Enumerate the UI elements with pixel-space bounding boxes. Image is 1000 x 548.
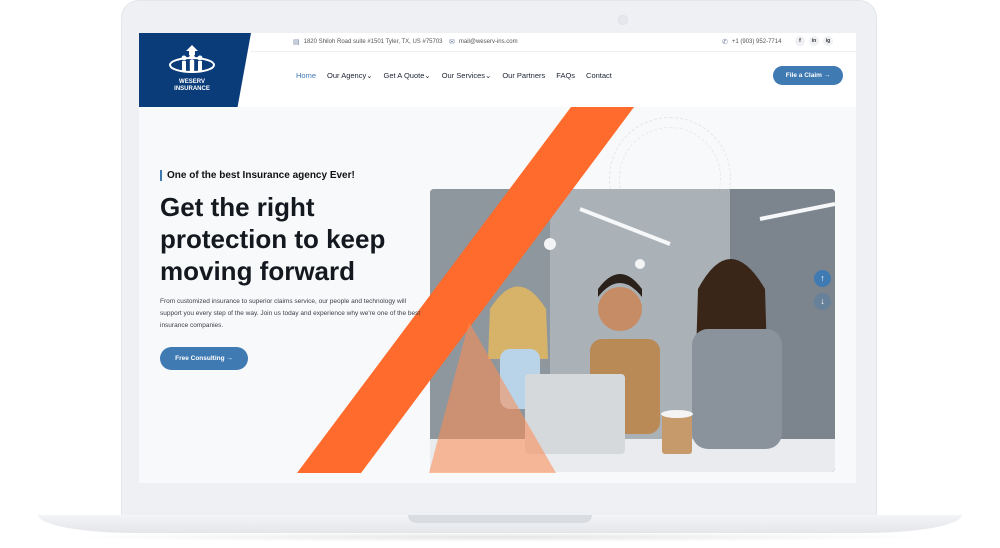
headline-line-1: Get the right <box>160 192 315 222</box>
address-text: 1820 Shiloh Road suite #1501 Tyler, TX, … <box>303 39 443 45</box>
nav-our-services-label: Our Services <box>441 71 486 80</box>
brand-name-line2: INSURANCE <box>174 86 210 92</box>
chevron-down-icon: ⌄ <box>485 71 492 80</box>
hero-headline: Get the right protection to keep moving … <box>160 191 420 287</box>
arrow-down-icon[interactable]: ↓ <box>814 293 831 310</box>
headline-line-3: moving forward <box>160 256 356 286</box>
chevron-down-icon: ⌄ <box>366 71 373 80</box>
brand-name-line1: WESERV <box>179 79 205 85</box>
nav-get-a-quote[interactable]: Get A Quote⌄ <box>384 71 431 80</box>
laptop-notch <box>408 515 592 523</box>
address-item: ▤ 1820 Shiloh Road suite #1501 Tyler, TX… <box>293 38 443 46</box>
headline-line-2: protection to keep <box>160 224 386 254</box>
nav-our-services[interactable]: Our Services⌄ <box>442 71 492 80</box>
envelope-icon: ✉ <box>449 39 455 46</box>
brand-name: WESERV INSURANCE <box>163 79 221 93</box>
nav-contact[interactable]: Contact <box>586 71 612 80</box>
website-screen: WESERV INSURANCE ▤ 1820 Shiloh Road suit… <box>139 33 856 483</box>
phone-icon: ✆ <box>722 39 728 46</box>
chevron-down-icon: ⌄ <box>424 71 431 80</box>
nav-our-agency[interactable]: Our Agency⌄ <box>327 71 373 80</box>
laptop-shadow <box>70 532 930 542</box>
top-info-bar: ▤ 1820 Shiloh Road suite #1501 Tyler, TX… <box>251 33 856 52</box>
umbrella-family-icon <box>169 45 215 73</box>
hero-kicker: One of the best Insurance agency Ever! <box>160 170 355 181</box>
building-icon: ▤ <box>293 39 300 46</box>
free-consulting-button[interactable]: Free Consulting → <box>160 347 248 370</box>
email-link[interactable]: mail@weserv-ins.com <box>459 39 518 45</box>
nav-get-a-quote-label: Get A Quote <box>383 71 425 80</box>
nav-our-agency-label: Our Agency <box>327 71 367 80</box>
orange-diagonal-stripe <box>297 107 634 473</box>
hero-section: One of the best Insurance agency Ever! G… <box>139 107 856 483</box>
brand-logo[interactable]: WESERV INSURANCE <box>139 33 251 107</box>
webcam <box>618 15 628 25</box>
linkedin-icon[interactable]: in <box>809 36 819 46</box>
site-header: WESERV INSURANCE ▤ 1820 Shiloh Road suit… <box>139 33 856 107</box>
facebook-icon[interactable]: f <box>795 36 805 46</box>
email-item[interactable]: ✉ mail@weserv-ins.com <box>449 38 518 46</box>
file-a-claim-button[interactable]: File a Claim → <box>773 66 843 85</box>
nav-faqs[interactable]: FAQs <box>556 71 575 80</box>
phone-link[interactable]: +1 (903) 952-7714 <box>732 39 782 45</box>
arrow-up-icon[interactable]: ↑ <box>814 270 831 287</box>
main-nav: Home Our Agency⌄ Get A Quote⌄ Our Servic… <box>296 71 612 80</box>
nav-home[interactable]: Home <box>296 71 316 80</box>
hero-lead-paragraph: From customized insurance to superior cl… <box>160 298 421 329</box>
nav-our-partners[interactable]: Our Partners <box>502 71 545 80</box>
instagram-icon[interactable]: ig <box>823 36 833 46</box>
phone-item[interactable]: ✆ +1 (903) 952-7714 <box>722 38 781 46</box>
